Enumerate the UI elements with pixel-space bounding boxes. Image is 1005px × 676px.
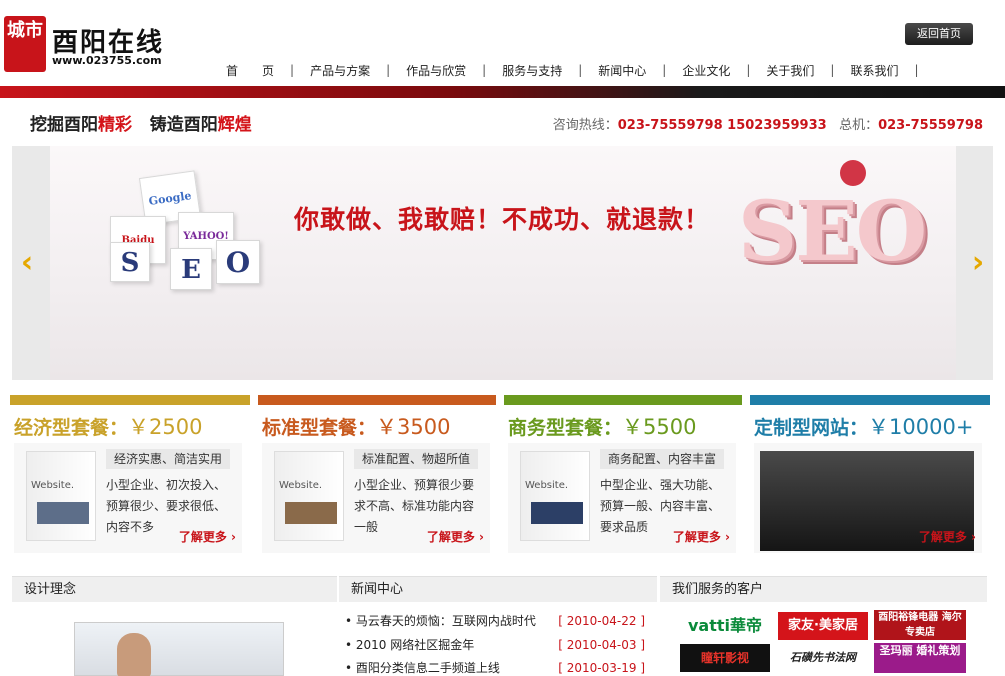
news-item[interactable]: • 酉阳分类信息二手频道上线 [ 2010-03-19 ] [345, 658, 645, 676]
banner-slide[interactable]: Google Baidu YAHOO! S E O 你敢做、我敢赔！不成功、就退… [50, 146, 956, 380]
logo-seal[interactable]: 城市 [4, 16, 46, 72]
box-label: Website. [279, 480, 323, 491]
package-color-bar [10, 395, 250, 405]
news-item[interactable]: • 马云春天的烦恼：互联网内战时代 [ 2010-04-22 ] [345, 611, 645, 631]
box-screen [37, 502, 89, 524]
package-title: 定制型网站：￥10000+ [754, 411, 973, 441]
nav-culture[interactable]: 企业文化 [666, 62, 746, 79]
package-price: ￥2500 [128, 415, 203, 439]
news-title[interactable]: • 2010 网络社区掘金年 [345, 635, 474, 655]
package-price: ￥3500 [376, 415, 451, 439]
client-logo-vatti[interactable]: vatti華帝 [680, 612, 770, 640]
package-title: 经济型套餐：￥2500 [14, 411, 202, 441]
seo-cube-o: O [216, 240, 260, 284]
learn-more-link[interactable]: 了解更多 › [673, 528, 730, 545]
nav-separator: | [914, 63, 919, 77]
main-nav: 首 页 | 产品与方案 | 作品与欣赏 | 服务与支持 | 新闻中心 | 企业文化 | 关于… [210, 62, 919, 78]
package-body: Website. 商务配置、内容丰富 中型企业、强大功能、预算一般、内容丰富、要… [508, 443, 736, 553]
box-screen [285, 502, 337, 524]
package-body: Website. 标准配置、物超所值 小型企业、预算很少要求不高、标准功能内容一… [262, 443, 490, 553]
package-custom[interactable]: 定制型网站：￥10000+ 了解更多 › [750, 395, 990, 561]
slogan-part2-highlight: 辉煌 [217, 115, 252, 135]
learn-more-link[interactable]: 了解更多 › [179, 528, 236, 545]
client-logo-tongxuan[interactable]: 瞳轩影视 [680, 644, 770, 672]
site-header: 城市 酉阳在线 www.023755.com 返回首页 首 页 | 产品与方案 | … [0, 0, 1005, 98]
seo-cube-e: E [170, 248, 212, 290]
package-name: 标准型套餐： [262, 417, 377, 439]
package-tag: 商务配置、内容丰富 [600, 449, 725, 469]
package-tag: 经济实惠、简洁实用 [106, 449, 231, 469]
website-box-icon: Website. [520, 451, 590, 541]
page: 城市 酉阳在线 www.023755.com 返回首页 首 页 | 产品与方案 | … [0, 0, 1005, 676]
news-title[interactable]: • 酉阳分类信息二手频道上线 [345, 658, 500, 676]
slogan-part2: 铸造酉阳 [149, 115, 218, 135]
banner-headline: 你敢做、我敢赔！不成功、就退款！ [294, 205, 711, 234]
news-date: [ 2010-04-03 ] [558, 638, 645, 652]
nav-products[interactable]: 产品与方案 [294, 62, 386, 79]
news-item[interactable]: • 2010 网络社区掘金年 [ 2010-04-03 ] [345, 635, 645, 655]
package-color-bar [258, 395, 496, 405]
hotline-numbers: 023-75559798 15023959933 [617, 118, 827, 133]
switchboard-number: 023-75559798 [878, 118, 983, 133]
website-box-icon: Website. [26, 451, 96, 541]
client-logo-yufeng[interactable]: 酉阳裕锋电器 海尔专卖店 [874, 610, 966, 640]
package-color-bar [750, 395, 990, 405]
client-logo-calligraphy[interactable]: 石磺先书法网 [778, 644, 868, 672]
seo-3d-text: SEO [738, 184, 927, 280]
person-figure-icon [840, 160, 866, 186]
header-divider [0, 86, 1005, 98]
package-body: Website. 经济实惠、简洁实用 小型企业、初次投入、预算很少、要求很低、内… [14, 443, 242, 553]
box-label: Website. [31, 480, 75, 491]
box-label: Website. [525, 480, 569, 491]
return-home-button[interactable]: 返回首页 [905, 23, 973, 45]
nav-service[interactable]: 服务与支持 [486, 62, 578, 79]
package-price: ￥10000+ [868, 415, 974, 439]
package-tag: 标准配置、物超所值 [354, 449, 479, 469]
site-slogan: 挖掘酉阳精彩 铸造酉阳辉煌 [30, 110, 252, 135]
seo-cube-s: S [110, 242, 150, 282]
person-photo [117, 633, 151, 676]
package-name: 定制型网站： [754, 417, 869, 439]
package-business[interactable]: 商务型套餐：￥5500 Website. 商务配置、内容丰富 中型企业、强大功能… [504, 395, 742, 561]
section-design-header: 设计理念 [12, 576, 337, 602]
package-title: 标准型套餐：￥3500 [262, 411, 450, 441]
learn-more-link[interactable]: 了解更多 › [919, 528, 976, 545]
design-concept-photo [74, 622, 284, 676]
package-body: 了解更多 › [754, 443, 982, 553]
slogan-part1: 挖掘酉阳 [30, 115, 98, 135]
news-title[interactable]: • 马云春天的烦恼：互联网内战时代 [345, 611, 536, 631]
package-name: 商务型套餐： [508, 417, 623, 439]
news-date: [ 2010-03-19 ] [558, 661, 645, 675]
section-news-header: 新闻中心 [339, 576, 657, 602]
nav-contact[interactable]: 联系我们 [834, 62, 914, 79]
package-name: 经济型套餐： [14, 417, 129, 439]
hotline: 咨询热线：023-75559798 15023959933 总机：023-755… [553, 114, 983, 133]
logo-url: www.023755.com [52, 54, 162, 67]
client-logo-jiayou[interactable]: 家友·美家居 [778, 612, 868, 640]
switchboard-label: 总机： [839, 118, 879, 133]
chevron-right-icon[interactable]: › [963, 246, 993, 280]
package-price: ￥5500 [622, 415, 697, 439]
package-standard[interactable]: 标准型套餐：￥3500 Website. 标准配置、物超所值 小型企业、预算很少… [258, 395, 496, 561]
learn-more-link[interactable]: 了解更多 › [427, 528, 484, 545]
client-logo-wedding[interactable]: 圣玛丽 婚礼策划 [874, 643, 966, 673]
box-screen [531, 502, 583, 524]
section-clients-header: 我们服务的客户 [660, 576, 987, 602]
slogan-part1-highlight: 精彩 [98, 115, 132, 135]
website-box-icon: Website. [274, 451, 344, 541]
news-date: [ 2010-04-22 ] [558, 614, 645, 628]
package-color-bar [504, 395, 742, 405]
nav-news[interactable]: 新闻中心 [582, 62, 662, 79]
package-title: 商务型套餐：￥5500 [508, 411, 696, 441]
banner-slider: ‹ Google Baidu YAHOO! S E O 你敢做、我敢赔！不成功、… [12, 146, 993, 380]
hotline-label: 咨询热线： [552, 118, 618, 133]
package-economy[interactable]: 经济型套餐：￥2500 Website. 经济实惠、简洁实用 小型企业、初次投入… [10, 395, 250, 561]
nav-about[interactable]: 关于我们 [750, 62, 830, 79]
nav-home[interactable]: 首 页 [210, 62, 290, 79]
nav-works[interactable]: 作品与欣赏 [390, 62, 482, 79]
chevron-left-icon[interactable]: ‹ [12, 246, 42, 280]
